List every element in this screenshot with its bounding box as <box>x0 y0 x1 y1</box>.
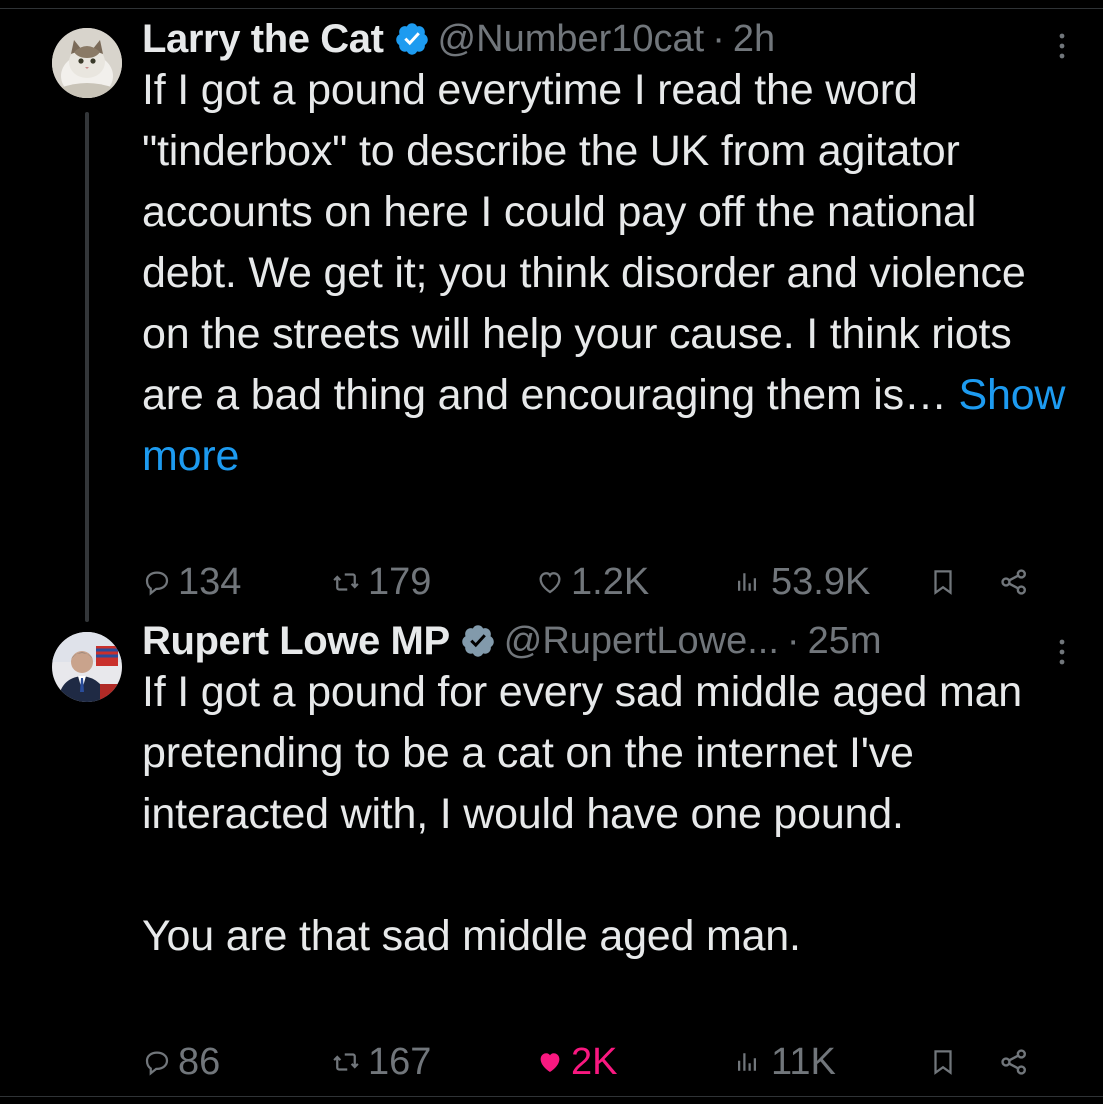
timeline: Larry the Cat @Number10cat · 2h If I got… <box>0 0 1103 1104</box>
verified-badge-icon <box>462 625 494 657</box>
tweet-header: Rupert Lowe MP @RupertLowe... · 25m <box>142 616 881 666</box>
tweet-rupert[interactable]: Rupert Lowe MP @RupertLowe... · 25m If I… <box>0 610 1103 1096</box>
tweet-body: If I got a pound everytime I read the wo… <box>142 66 1038 419</box>
like-count: 2K <box>571 1040 618 1083</box>
tweet-header: Larry the Cat @Number10cat · 2h <box>142 14 775 64</box>
repost-button[interactable]: 179 <box>330 557 431 607</box>
reply-icon <box>145 1051 169 1076</box>
separator-dot: · <box>786 619 800 662</box>
tweet-text: If I got a pound for every sad middle ag… <box>142 668 1023 960</box>
like-count: 1.2K <box>571 560 650 603</box>
views-icon <box>738 1053 756 1071</box>
share-icon <box>1001 1049 1026 1075</box>
views-icon <box>738 573 756 591</box>
person-avatar-image <box>52 632 122 702</box>
person-avatar[interactable] <box>52 632 122 702</box>
bookmark-icon <box>934 1050 952 1075</box>
timestamp[interactable]: 25m <box>808 620 882 663</box>
tweet-actions: 134 179 1.2K 53.9K <box>142 557 1042 607</box>
repost-icon <box>333 1053 359 1071</box>
cat-avatar-image <box>52 28 122 98</box>
reply-button[interactable]: 134 <box>142 557 241 607</box>
heart-icon <box>539 572 561 594</box>
views-button[interactable]: 53.9K <box>731 557 870 607</box>
author-handle[interactable]: @Number10cat <box>438 18 705 61</box>
bookmark-icon <box>934 570 952 595</box>
repost-count: 179 <box>368 560 432 603</box>
heart-filled-icon <box>540 1053 560 1072</box>
verified-badge-icon <box>395 23 428 55</box>
share-icon <box>1001 569 1026 595</box>
reply-count: 134 <box>178 560 242 603</box>
like-button[interactable]: 1.2K <box>535 557 649 607</box>
views-button[interactable]: 11K <box>731 1037 836 1087</box>
reply-button[interactable]: 86 <box>142 1037 220 1087</box>
bookmark-button[interactable] <box>928 557 958 607</box>
separator-dot: · <box>712 17 725 60</box>
author-handle[interactable]: @RupertLowe... <box>504 620 779 663</box>
repost-icon <box>333 573 359 591</box>
repost-count: 167 <box>368 1040 432 1083</box>
author-name[interactable]: Rupert Lowe MP <box>142 619 450 664</box>
like-button[interactable]: 2K <box>535 1037 617 1087</box>
reply-icon <box>145 571 169 596</box>
tweet-actions: 86 167 2K 11K <box>142 1037 1042 1087</box>
timestamp[interactable]: 2h <box>733 18 775 61</box>
share-button[interactable] <box>998 1037 1030 1087</box>
tweet-larry[interactable]: Larry the Cat @Number10cat · 2h If I got… <box>0 0 1103 622</box>
tweet-text: If I got a pound everytime I read the wo… <box>142 60 1072 487</box>
bookmark-button[interactable] <box>928 1037 958 1087</box>
author-name[interactable]: Larry the Cat <box>142 17 384 62</box>
thread-connector <box>85 112 89 622</box>
reply-count: 86 <box>178 1040 221 1083</box>
repost-button[interactable]: 167 <box>330 1037 431 1087</box>
view-count: 11K <box>771 1040 836 1083</box>
divider-bottom <box>0 1096 1103 1097</box>
cat-avatar[interactable] <box>52 28 122 98</box>
share-button[interactable] <box>998 557 1030 607</box>
view-count: 53.9K <box>771 560 871 603</box>
